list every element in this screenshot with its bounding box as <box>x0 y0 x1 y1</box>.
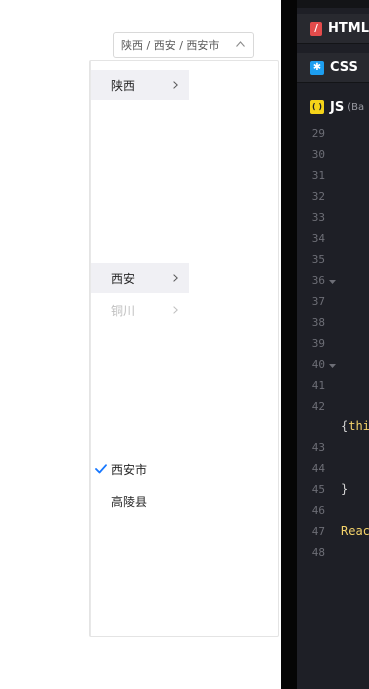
tab-label: CSS <box>330 60 358 75</box>
line-number: 40 <box>311 358 325 371</box>
line-number: 34 <box>311 232 325 245</box>
fold-arrow-icon[interactable] <box>329 280 336 284</box>
line-number: 36 <box>311 274 325 287</box>
option-shaanxi[interactable]: 陕西 <box>91 70 189 100</box>
code-text: } <box>341 482 349 496</box>
css-badge-icon: ✱ <box>310 60 324 75</box>
line-number: 29 <box>311 127 325 140</box>
tab-html[interactable]: / HTML <box>297 14 369 44</box>
line-number: 37 <box>311 295 325 308</box>
js-badge-icon: ( ) <box>310 100 324 114</box>
line-number: 39 <box>311 337 325 350</box>
cascader-value: 陕西 / 西安 / 西安市 <box>121 39 220 52</box>
option-tongchuan: 铜川 <box>91 295 189 325</box>
line-number: 35 <box>311 253 325 266</box>
line-number: 38 <box>311 316 325 329</box>
option-xian-city[interactable]: 西安市 <box>91 454 189 484</box>
line-number: 45 <box>311 483 325 496</box>
code-line[interactable]: } <box>341 482 348 496</box>
code-keyword: Reac <box>341 524 369 538</box>
line-number: 42 <box>311 400 325 413</box>
chevron-right-icon <box>173 306 178 314</box>
editor-top-bar <box>297 0 369 8</box>
check-icon <box>95 464 107 474</box>
option-label: 西安市 <box>111 462 148 477</box>
option-label: 陕西 <box>111 78 136 93</box>
option-label: 西安 <box>111 271 136 286</box>
tab-sublabel: (Ba <box>347 101 365 113</box>
line-number: 48 <box>311 546 325 559</box>
tab-js[interactable]: ( ) JS (Ba <box>297 92 369 122</box>
tab-label: HTML <box>328 21 369 36</box>
chevron-right-icon <box>173 274 178 282</box>
code-keyword: thi <box>348 419 369 433</box>
tab-css[interactable]: ✱ CSS <box>297 53 369 83</box>
line-number: 44 <box>311 462 325 475</box>
fold-arrow-icon[interactable] <box>329 364 336 368</box>
option-xian[interactable]: 西安 <box>91 263 189 293</box>
column-divider <box>90 61 91 636</box>
tab-label: JS <box>330 99 345 115</box>
line-number: 33 <box>311 211 325 224</box>
chevron-up-icon <box>236 41 245 47</box>
line-number: 43 <box>311 441 325 454</box>
chevron-right-icon <box>173 81 178 89</box>
code-editor: / HTML ✱ CSS ( ) JS (Ba 29 30 31 32 33 3… <box>297 0 369 689</box>
html-badge-icon: / <box>310 21 323 36</box>
line-number: 32 <box>311 190 325 203</box>
option-gaoling[interactable]: 高陵县 <box>91 486 189 516</box>
cascader-input[interactable]: 陕西 / 西安 / 西安市 <box>113 32 254 58</box>
code-line[interactable]: Reac <box>341 524 369 538</box>
line-number: 30 <box>311 148 325 161</box>
line-number: 31 <box>311 169 325 182</box>
line-number: 46 <box>311 504 325 517</box>
cascader-dropdown: 陕西 西安 铜川 西安市 高陵县 <box>89 60 279 637</box>
code-line[interactable]: {thi <box>341 419 369 433</box>
pane-splitter[interactable] <box>281 0 297 689</box>
line-number: 41 <box>311 379 325 392</box>
option-label: 高陵县 <box>111 494 148 509</box>
preview-pane: 陕西 / 西安 / 西安市 陕西 西安 铜川 西安市 高陵县 <box>0 0 281 689</box>
line-number: 47 <box>311 525 325 538</box>
option-label: 铜川 <box>111 303 136 318</box>
